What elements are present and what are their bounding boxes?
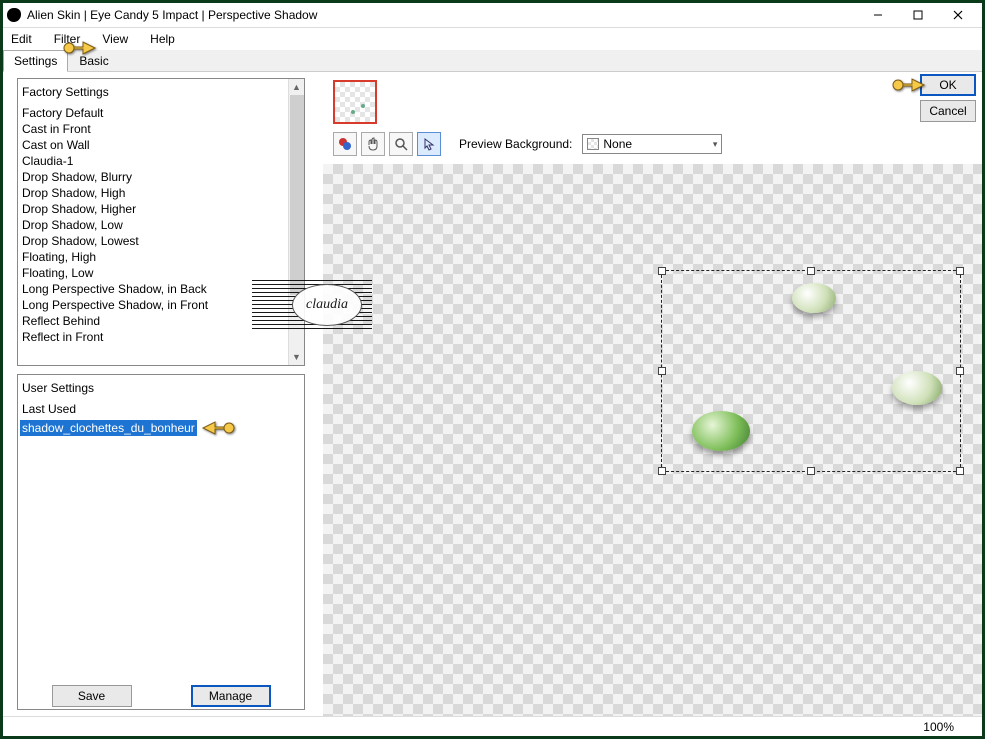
list-item[interactable]: Floating, Low (20, 265, 286, 281)
list-item[interactable]: Floating, High (20, 249, 286, 265)
thumbnail-strip (333, 78, 982, 126)
preview-object (892, 371, 942, 405)
resize-handle[interactable] (658, 267, 666, 275)
tab-basic-label: Basic (79, 54, 108, 68)
menu-filter[interactable]: Filter (50, 30, 85, 48)
user-list-inner: User Settings Last Used shadow_clochette… (18, 375, 304, 679)
list-item[interactable]: Drop Shadow, Lowest (20, 233, 286, 249)
resize-handle[interactable] (807, 467, 815, 475)
zoom-level: 100% (923, 720, 954, 734)
dialog-actions: OK Cancel (886, 72, 976, 122)
app-window: Alien Skin | Eye Candy 5 Impact | Perspe… (0, 0, 985, 739)
resize-handle[interactable] (658, 467, 666, 475)
thumb-dot (351, 110, 355, 114)
zoom-tool-icon[interactable] (389, 132, 413, 156)
hand-tool-icon[interactable] (361, 132, 385, 156)
save-button[interactable]: Save (52, 685, 132, 707)
ok-button[interactable]: OK (920, 74, 976, 96)
list-item[interactable]: Claudia-1 (20, 153, 286, 169)
menu-edit[interactable]: Edit (7, 30, 36, 48)
tabbar: Settings Basic (3, 50, 982, 72)
tab-settings[interactable]: Settings (3, 50, 68, 72)
preview-canvas[interactable] (323, 164, 982, 716)
preview-bg-value: None (603, 137, 632, 151)
minimize-button[interactable] (858, 4, 898, 26)
body: Factory Settings Factory Default Cast in… (3, 72, 982, 716)
menubar: Edit Filter View Help (3, 28, 982, 50)
factory-header: Factory Settings (20, 83, 286, 105)
preview-object (692, 411, 750, 451)
list-item[interactable]: Drop Shadow, High (20, 185, 286, 201)
cancel-button[interactable]: Cancel (920, 100, 976, 122)
list-item-selected[interactable]: shadow_clochettes_du_bonheur (20, 420, 197, 436)
tab-basic[interactable]: Basic (68, 50, 119, 71)
preview-object (792, 283, 836, 313)
scroll-down-icon[interactable]: ▼ (289, 349, 304, 365)
chevron-down-icon: ▾ (713, 139, 718, 150)
user-header: User Settings (20, 379, 302, 401)
maximize-button[interactable] (898, 4, 938, 26)
list-item[interactable]: Drop Shadow, Low (20, 217, 286, 233)
right-panel: OK Cancel Preview Background: None ▾ (311, 72, 982, 716)
user-actions: Save Manage (18, 679, 304, 709)
menu-help[interactable]: Help (146, 30, 179, 48)
list-item[interactable]: Last Used (20, 401, 302, 417)
resize-handle[interactable] (956, 367, 964, 375)
thumbnail-selected[interactable] (333, 80, 377, 124)
close-button[interactable] (938, 4, 978, 26)
list-item[interactable]: Reflect in Front (20, 329, 286, 345)
preview-bg-label: Preview Background: (459, 137, 572, 151)
transparency-swatch-icon (587, 138, 599, 150)
list-item[interactable]: Drop Shadow, Higher (20, 201, 286, 217)
resize-handle[interactable] (658, 367, 666, 375)
scroll-up-icon[interactable]: ▲ (289, 79, 304, 95)
app-icon (7, 8, 21, 22)
thumb-dot (361, 104, 365, 108)
scrollbar[interactable]: ▲ ▼ (288, 79, 304, 365)
toolbar: Preview Background: None ▾ (311, 132, 982, 164)
selection-frame[interactable] (661, 270, 961, 472)
list-item[interactable]: Reflect Behind (20, 313, 286, 329)
list-item[interactable]: Long Perspective Shadow, in Front (20, 297, 286, 313)
list-item[interactable]: Cast on Wall (20, 137, 286, 153)
factory-list-inner: Factory Settings Factory Default Cast in… (18, 79, 288, 365)
status-bar: 100% (3, 716, 982, 736)
titlebar: Alien Skin | Eye Candy 5 Impact | Perspe… (3, 3, 982, 28)
window-controls (858, 4, 978, 26)
arrow-tool-icon[interactable] (417, 132, 441, 156)
window-title: Alien Skin | Eye Candy 5 Impact | Perspe… (27, 8, 858, 22)
list-item[interactable]: Drop Shadow, Blurry (20, 169, 286, 185)
resize-handle[interactable] (956, 467, 964, 475)
left-panel: Factory Settings Factory Default Cast in… (3, 72, 311, 716)
scroll-thumb[interactable] (290, 95, 304, 295)
factory-settings-list[interactable]: Factory Settings Factory Default Cast in… (17, 78, 305, 366)
list-item[interactable]: Factory Default (20, 105, 286, 121)
preview-bg-select[interactable]: None ▾ (582, 134, 722, 154)
manage-button[interactable]: Manage (191, 685, 271, 707)
resize-handle[interactable] (807, 267, 815, 275)
menu-view[interactable]: View (98, 30, 132, 48)
list-item[interactable]: Long Perspective Shadow, in Back (20, 281, 286, 297)
list-item[interactable]: Cast in Front (20, 121, 286, 137)
user-settings-list[interactable]: User Settings Last Used shadow_clochette… (17, 374, 305, 710)
color-tool-icon[interactable] (333, 132, 357, 156)
pointer-icon (201, 417, 235, 439)
resize-handle[interactable] (956, 267, 964, 275)
